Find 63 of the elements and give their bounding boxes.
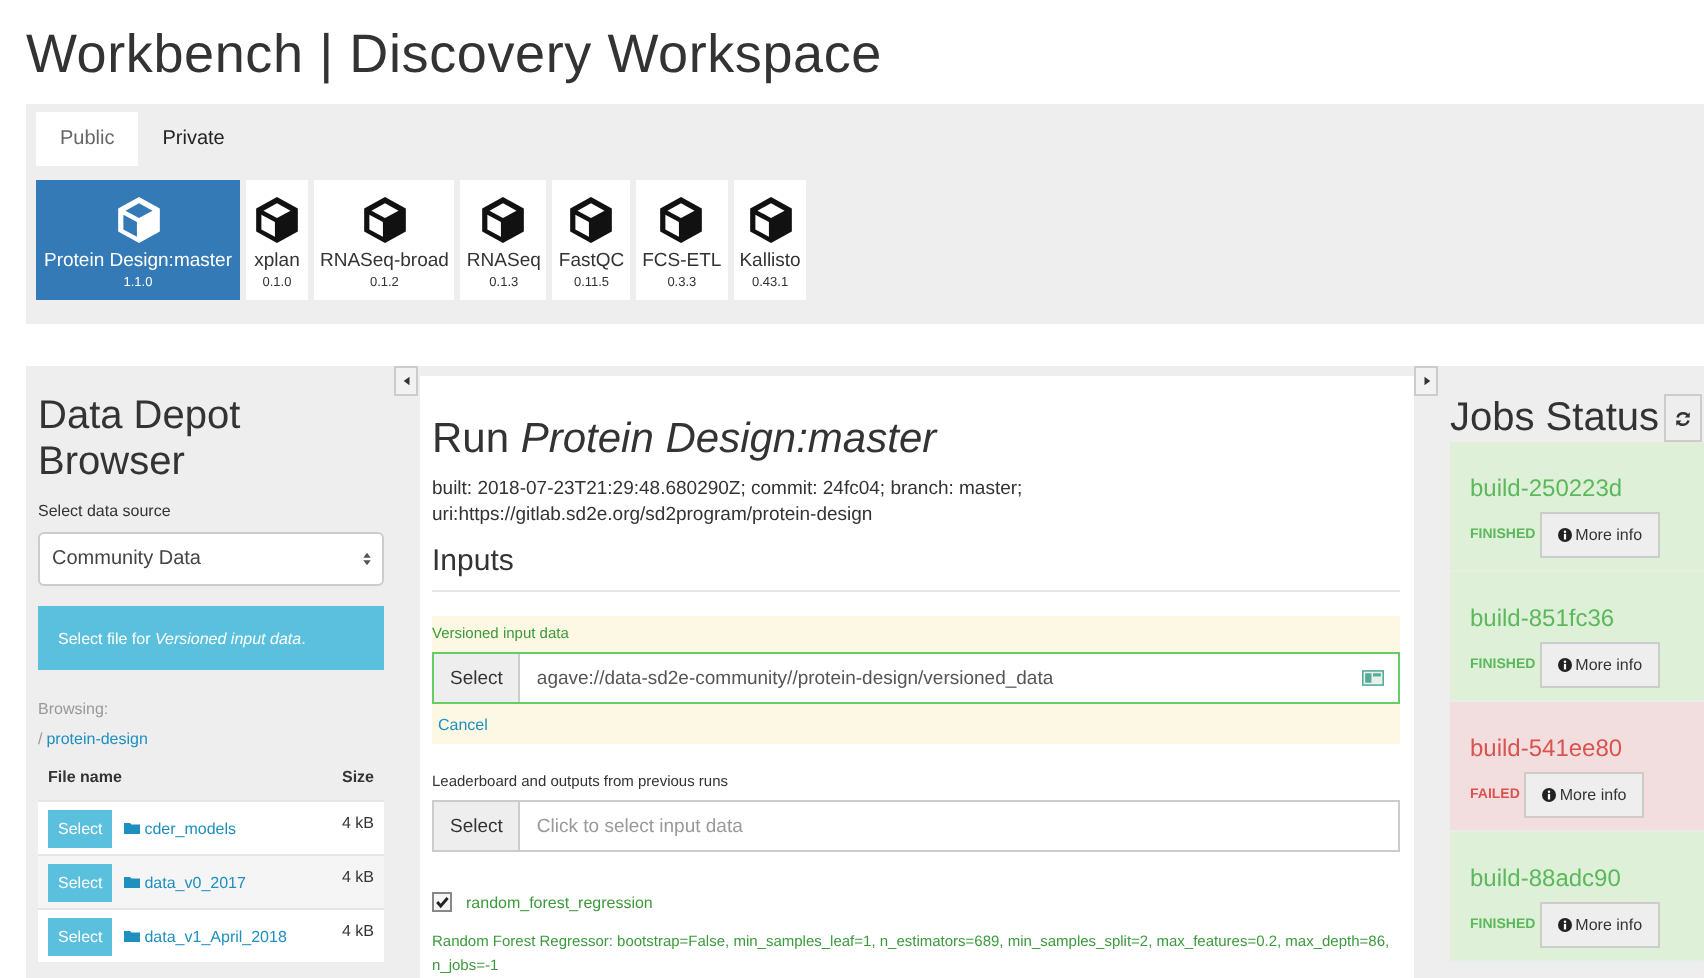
checkbox[interactable] [432, 892, 452, 912]
column-header: File name [48, 768, 122, 786]
app-name: Protein Design:master [44, 250, 232, 272]
info-icon [1541, 788, 1556, 802]
section-heading: Inputs [432, 544, 1400, 592]
cube-icon [359, 194, 410, 246]
app-name: FCS-ETL [642, 250, 722, 272]
cube-icon [656, 194, 707, 246]
job-name: build-851fc36 [1470, 604, 1617, 632]
folder-link[interactable]: cder_models [144, 819, 342, 837]
path-separator: / [38, 730, 43, 748]
folder-icon [124, 876, 141, 888]
panel-title: Jobs Status [1450, 395, 1660, 441]
info-alert: Select file for Versioned input data. [38, 606, 384, 670]
more-info-button[interactable]: More info [1539, 512, 1661, 558]
collapse-button[interactable] [394, 366, 418, 396]
cube-icon [478, 194, 529, 246]
cube-icon [252, 194, 302, 246]
model-name: random_forest_regression [466, 893, 653, 911]
app-name: Kallisto [739, 250, 801, 272]
tab[interactable]: Public [36, 112, 139, 166]
page-title: Workbench | Discovery Workspace [24, 22, 884, 88]
input-field[interactable]: Select Click to select input data [432, 800, 1400, 852]
field-label: Select data source [38, 502, 173, 520]
browser-icon [1362, 670, 1384, 686]
browsing-label: Browsing: [38, 700, 111, 718]
refresh-icon [1673, 409, 1692, 427]
select-arrows-icon [362, 550, 372, 568]
more-info-button[interactable]: More info [1539, 902, 1661, 948]
file-size: 4 kB [341, 868, 374, 886]
select-button[interactable]: Select [434, 802, 521, 850]
info-icon [1557, 658, 1572, 672]
job-name: build-250223d [1470, 474, 1625, 502]
select-button[interactable]: Select [434, 654, 521, 702]
collapse-button[interactable] [1414, 366, 1438, 396]
source-select[interactable]: Community Data [38, 532, 384, 586]
app-name: RNASeq [466, 250, 541, 272]
app-name: RNASeq-broad [320, 250, 449, 272]
info-icon [1557, 918, 1572, 932]
run-title: Run Protein Design:master [432, 416, 940, 464]
app-name: FastQC [558, 250, 625, 272]
job-name: build-88adc90 [1470, 864, 1623, 892]
column-header: Size [341, 768, 374, 786]
more-info-button[interactable]: More info [1523, 772, 1645, 818]
build-info: built: 2018-07-23T21:29:48.680290Z; commit: 24fc04; branch: master; uri:https://gitlab.sd2e.org/sd2program/protein-design [432, 476, 1025, 528]
cube-icon [566, 194, 617, 246]
more-info-button[interactable]: More info [1539, 642, 1661, 688]
caret-left-icon [401, 376, 411, 386]
job-name: build-541ee80 [1470, 734, 1625, 762]
panel-title: Data Depot Browser [38, 394, 243, 486]
folder-link[interactable]: data_v1_April_2018 [144, 927, 342, 945]
folder-icon [124, 822, 141, 834]
info-icon [1557, 528, 1572, 542]
app-name: xplan [254, 250, 300, 272]
tab[interactable]: Private [138, 112, 249, 166]
file-size: 4 kB [341, 922, 374, 940]
cube-icon [745, 194, 796, 246]
folder-icon [124, 930, 141, 942]
refresh-button[interactable] [1663, 394, 1702, 442]
file-size: 4 kB [341, 814, 374, 832]
input-field[interactable]: Select agave://data-sd2e-community//protein-design/versioned_data [432, 652, 1400, 704]
cube-icon [113, 194, 163, 246]
caret-right-icon [1421, 376, 1431, 386]
